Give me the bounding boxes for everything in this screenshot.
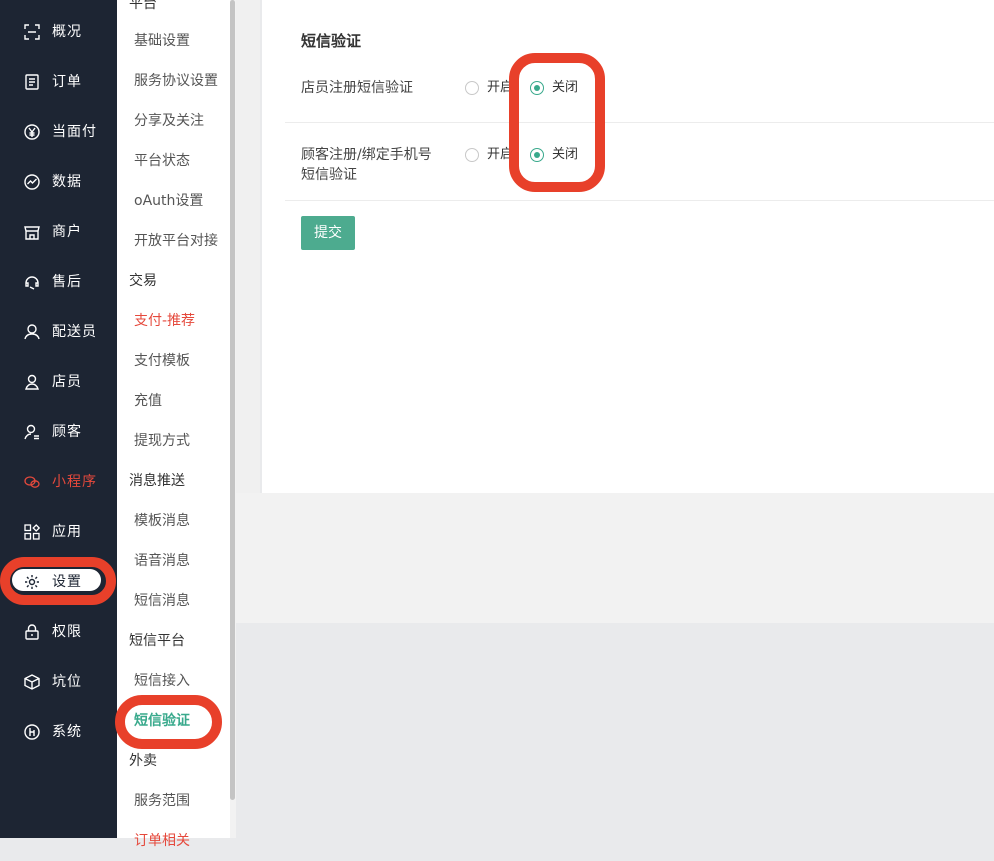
annotation-settings-highlight — [0, 557, 116, 605]
chart-line-icon — [24, 174, 40, 190]
nav-permissions[interactable]: 权限 — [0, 612, 117, 652]
nav-face-pay[interactable]: 当面付 — [0, 112, 117, 152]
section-title: 短信验证 — [301, 32, 362, 50]
customer-sms-radio-on[interactable] — [465, 148, 479, 162]
row-divider — [285, 122, 994, 123]
box-icon — [24, 674, 40, 690]
nav-overview-label: 概况 — [52, 24, 82, 40]
nav-data-label: 数据 — [52, 174, 82, 190]
customer-user-icon — [24, 424, 40, 440]
settings-card — [262, 0, 994, 493]
submenu-group-push: 消息推送 — [129, 473, 185, 489]
clerk-user-icon — [24, 374, 40, 390]
customer-sms-verify-label-line1: 顾客注册/绑定手机号 — [301, 147, 432, 163]
main-left-strip — [236, 0, 260, 493]
courier-user-icon — [24, 324, 40, 340]
nav-apps[interactable]: 应用 — [0, 512, 117, 552]
nav-permissions-label: 权限 — [52, 624, 82, 640]
apps-grid-icon — [24, 524, 40, 540]
nav-system[interactable]: 系统 — [0, 712, 117, 752]
nav-miniprogram-label: 小程序 — [52, 474, 97, 490]
customer-sms-verify-label-line2: 短信验证 — [301, 167, 357, 183]
nav-merchant[interactable]: 商户 — [0, 212, 117, 252]
annotation-sms-verify-highlight — [115, 695, 222, 749]
lock-icon — [24, 624, 40, 640]
nav-aftersale-label: 售后 — [52, 274, 82, 290]
nav-apps-label: 应用 — [52, 524, 82, 540]
nav-slots[interactable]: 坑位 — [0, 662, 117, 702]
yuan-icon — [24, 124, 40, 140]
clerk-sms-radio-on[interactable] — [465, 81, 479, 95]
main-lower-band — [236, 493, 994, 623]
nav-aftersale[interactable]: 售后 — [0, 262, 117, 302]
nav-courier-label: 配送员 — [52, 324, 97, 340]
nav-face-pay-label: 当面付 — [52, 124, 97, 140]
nav-orders[interactable]: 订单 — [0, 62, 117, 102]
clerk-sms-verify-label: 店员注册短信验证 — [301, 80, 413, 96]
nav-clerk[interactable]: 店员 — [0, 362, 117, 402]
nav-system-label: 系统 — [52, 724, 82, 740]
wechat-icon — [24, 474, 40, 490]
nav-courier[interactable]: 配送员 — [0, 312, 117, 352]
nav-merchant-label: 商户 — [52, 224, 82, 240]
submenu-group-trade: 交易 — [129, 273, 157, 289]
nav-customer[interactable]: 顾客 — [0, 412, 117, 452]
annotation-radio-highlight — [509, 53, 605, 192]
system-icon — [24, 724, 40, 740]
row-divider — [285, 200, 994, 201]
nav-clerk-label: 店员 — [52, 374, 82, 390]
order-list-icon — [24, 74, 40, 90]
nav-miniprogram[interactable]: 小程序 — [0, 462, 117, 502]
scan-icon — [24, 24, 40, 40]
nav-orders-label: 订单 — [52, 74, 82, 90]
nav-slots-label: 坑位 — [52, 674, 82, 690]
headset-icon — [24, 274, 40, 290]
submenu-scrollbar-thumb[interactable] — [230, 0, 235, 800]
main-sidebar: 概况 订单 当面付 数据 商户 售后 配送员 店员 顾客 小程序 应用 设置 权… — [0, 0, 117, 838]
submenu-group-sms-platform: 短信平台 — [129, 633, 185, 649]
nav-overview[interactable]: 概况 — [0, 12, 117, 52]
store-icon — [24, 224, 40, 240]
nav-customer-label: 顾客 — [52, 424, 82, 440]
submit-button[interactable]: 提交 — [301, 216, 355, 250]
nav-data[interactable]: 数据 — [0, 162, 117, 202]
